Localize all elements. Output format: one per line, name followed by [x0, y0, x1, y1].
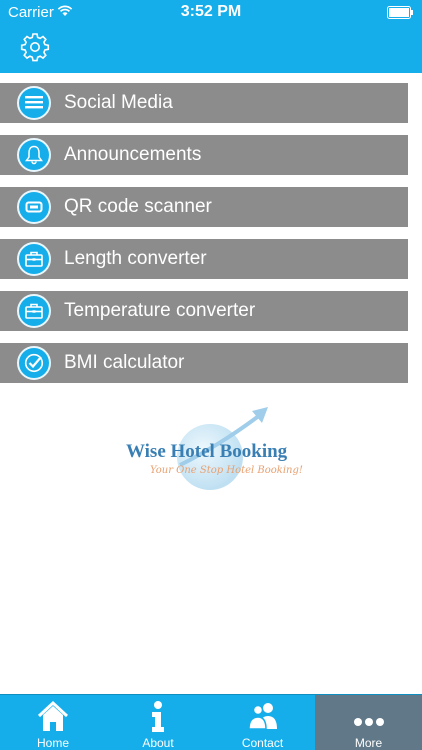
- gear-icon[interactable]: [20, 32, 50, 62]
- menu-item-social-media[interactable]: Social Media: [0, 83, 408, 123]
- battery-icon: [387, 6, 413, 19]
- status-time: 3:52 PM: [180, 3, 242, 20]
- tab-label: More: [354, 736, 383, 750]
- status-bar: Carrier 3:52 PM: [0, 0, 422, 26]
- menu-item-label: Temperature converter: [64, 300, 256, 321]
- menu-item-bmi-calculator[interactable]: BMI calculator: [0, 343, 408, 383]
- tab-about[interactable]: About: [106, 695, 210, 750]
- app-header: Carrier 3:52 PM: [0, 0, 422, 73]
- scanner-icon: [17, 190, 51, 224]
- tab-more[interactable]: More: [315, 695, 422, 750]
- briefcase-icon: [17, 294, 51, 328]
- tab-contact[interactable]: Contact: [210, 695, 315, 750]
- menu-item-label: Announcements: [64, 144, 202, 165]
- bell-icon: [17, 138, 51, 172]
- home-icon: [37, 700, 69, 731]
- menu-item-announcements[interactable]: Announcements: [0, 135, 408, 175]
- menu-item-length-converter[interactable]: Length converter: [0, 239, 408, 279]
- tab-bar: Home About Contact More: [0, 694, 422, 750]
- tab-label: Contact: [241, 736, 284, 750]
- contacts-icon: [247, 703, 277, 730]
- menu-item-label: BMI calculator: [64, 352, 185, 373]
- tab-home[interactable]: Home: [0, 695, 106, 750]
- brand-logo: Wise Hotel Booking Your One Stop Hotel B…: [110, 405, 320, 490]
- logo-tagline: Your One Stop Hotel Booking!: [150, 465, 303, 476]
- menu-item-label: Social Media: [64, 92, 173, 113]
- menu-item-temperature-converter[interactable]: Temperature converter: [0, 291, 408, 331]
- briefcase-icon: [17, 242, 51, 276]
- info-icon: [152, 701, 164, 732]
- list-icon: [17, 86, 51, 120]
- tab-label: About: [142, 736, 174, 750]
- logo-title: Wise Hotel Booking: [126, 441, 288, 462]
- tab-label: Home: [36, 736, 69, 750]
- menu-list: Social Media Announcements QR code scann…: [0, 83, 422, 395]
- more-icon: [353, 718, 384, 726]
- menu-item-qr-code-scanner[interactable]: QR code scanner: [0, 187, 408, 227]
- menu-item-label: QR code scanner: [64, 196, 212, 217]
- checkmark-icon: [17, 346, 51, 380]
- menu-item-label: Length converter: [64, 248, 207, 269]
